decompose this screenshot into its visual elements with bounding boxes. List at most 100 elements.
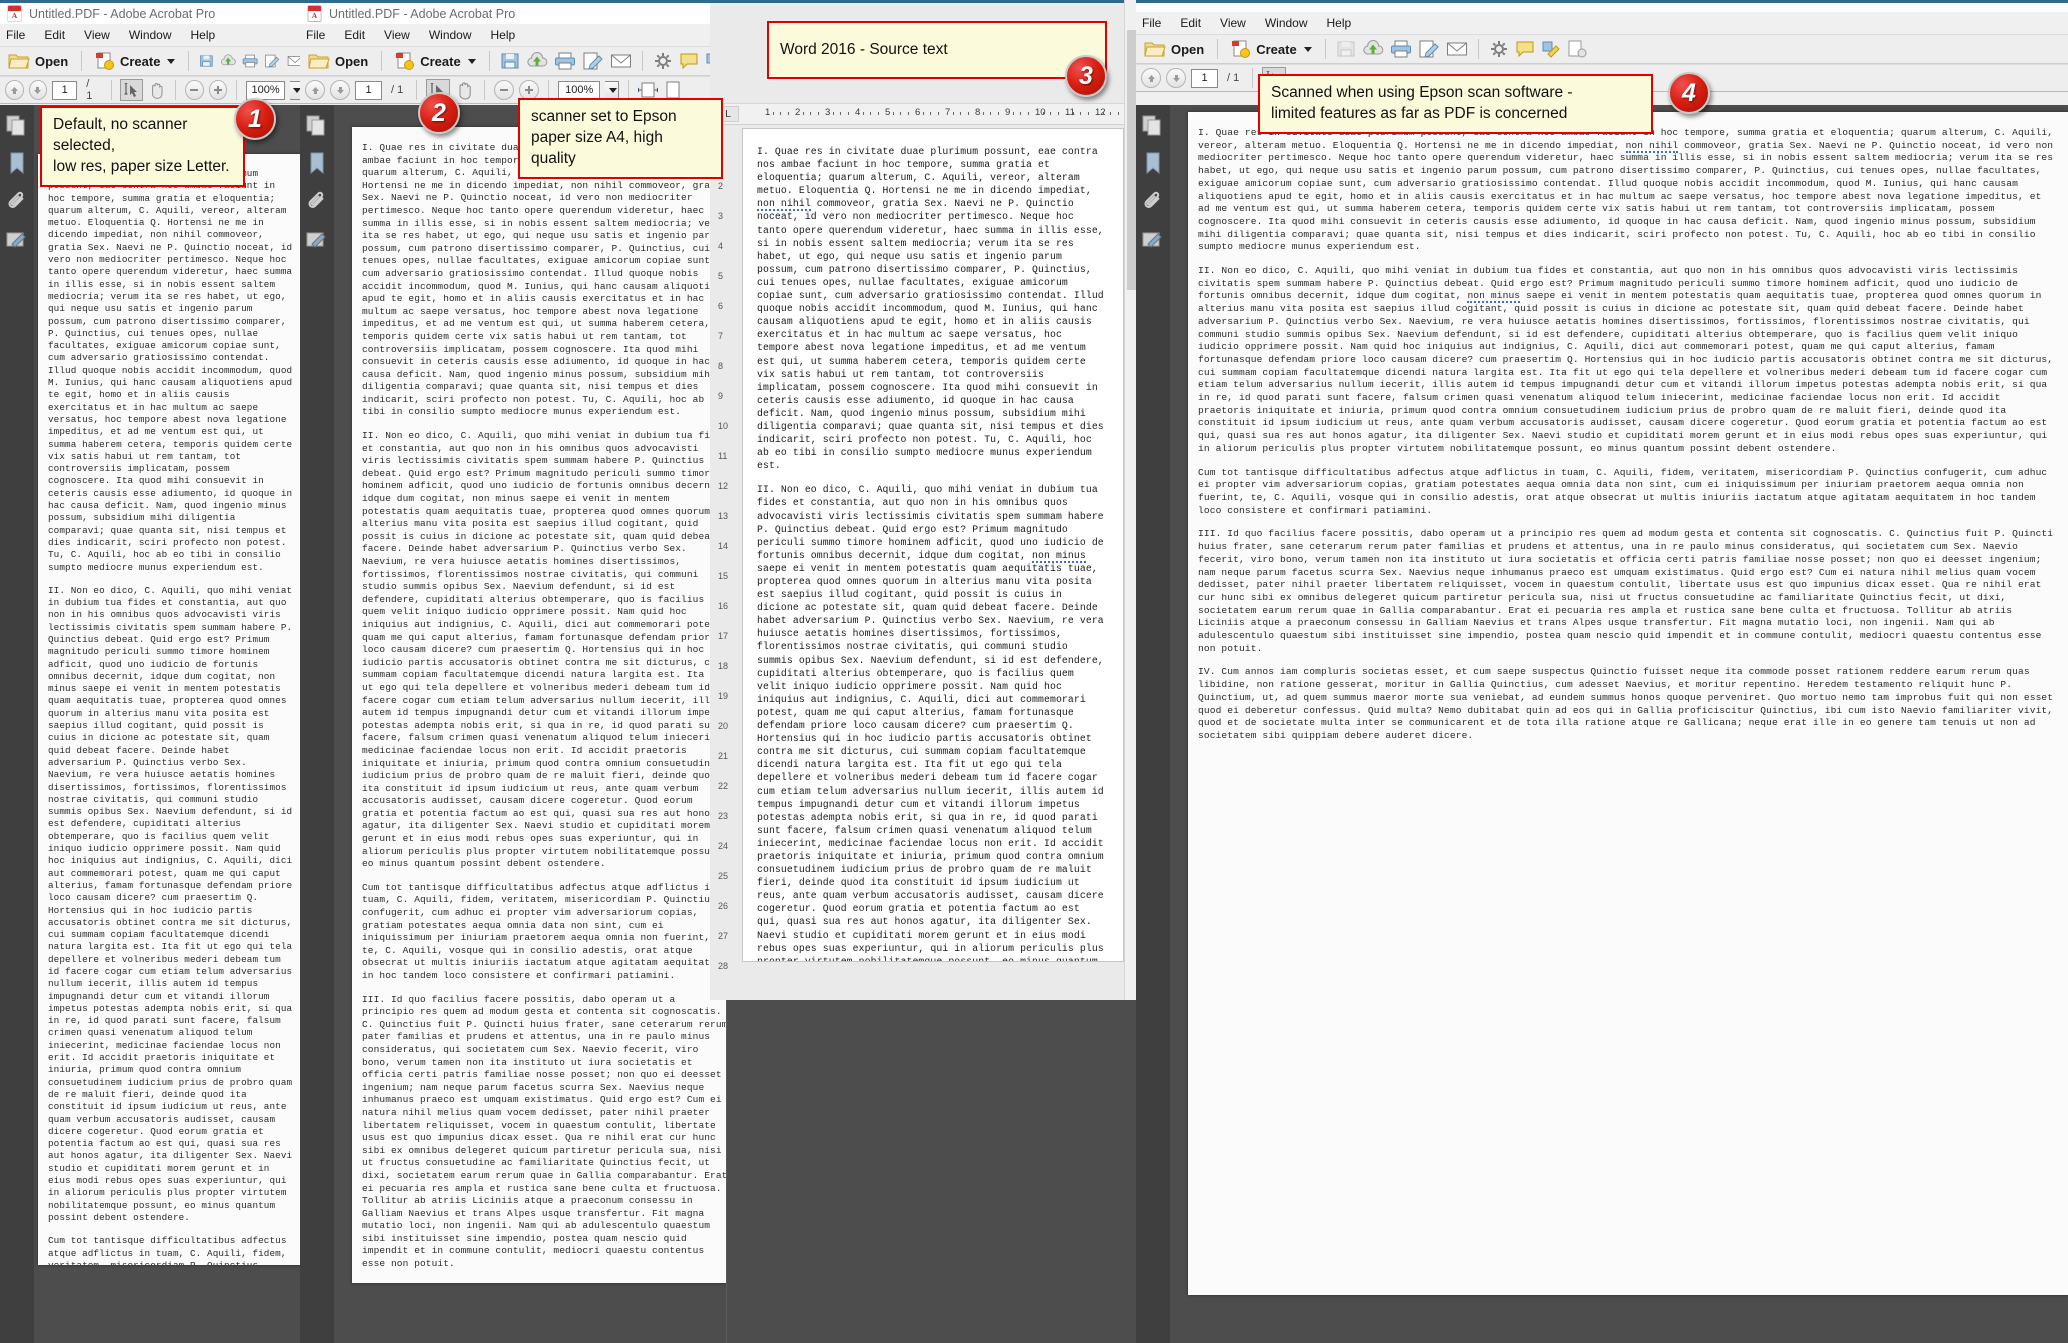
print-icon[interactable] (554, 52, 576, 70)
folder-open-icon (308, 54, 330, 69)
menu-view[interactable]: View (1220, 16, 1246, 30)
hand-tool-button[interactable] (455, 81, 475, 100)
horizontal-ruler[interactable]: L 1 2 3 4 5 6 7 8 9 10 11 12 (710, 103, 1140, 125)
previous-page-button[interactable] (5, 80, 24, 100)
menu-help[interactable]: Help (191, 28, 216, 42)
print-icon[interactable] (242, 52, 258, 70)
next-page-button[interactable] (28, 80, 48, 100)
next-page-button[interactable] (1166, 68, 1186, 88)
previous-page-button[interactable] (1141, 68, 1161, 88)
ruler-tick (787, 112, 789, 115)
print-icon[interactable] (1390, 40, 1412, 58)
acrobat-logo-icon: A (7, 5, 22, 22)
previous-page-button[interactable] (305, 80, 325, 100)
menu-help[interactable]: Help (491, 28, 516, 42)
zoom-level-input[interactable]: 100% (246, 80, 286, 100)
page-total-label: / 1 (1227, 72, 1240, 84)
save-icon[interactable] (500, 52, 520, 70)
upload-cloud-icon[interactable] (1362, 40, 1384, 58)
ruler-number: 1 (765, 107, 771, 118)
page-number-input[interactable]: 1 (1191, 68, 1218, 88)
menu-file[interactable]: File (1142, 16, 1161, 30)
comment-icon[interactable] (1515, 40, 1535, 58)
chevron-down-icon[interactable] (467, 58, 476, 64)
edit-document-icon[interactable] (582, 52, 604, 70)
attachments-icon[interactable] (6, 191, 28, 215)
menu-edit[interactable]: Edit (344, 28, 365, 42)
zoom-level-input[interactable]: 100% (558, 80, 601, 100)
next-page-button[interactable] (330, 80, 350, 100)
save-icon[interactable] (199, 52, 214, 70)
upload-cloud-icon[interactable] (526, 52, 548, 70)
edit-document-icon[interactable] (1418, 40, 1440, 58)
zoom-out-button[interactable] (494, 80, 515, 100)
chevron-down-icon[interactable] (167, 58, 176, 64)
ruler-tick (1027, 112, 1029, 115)
signatures-icon[interactable] (1142, 230, 1164, 250)
delete-page-icon[interactable] (1567, 40, 1587, 58)
menu-file[interactable]: File (6, 28, 25, 42)
page-number-input[interactable]: 1 (52, 80, 78, 100)
email-icon[interactable] (1446, 40, 1468, 58)
menubar-4: File Edit View Window Help (1136, 12, 2068, 34)
gear-icon[interactable] (653, 52, 673, 70)
document-paragraph: IV. Cum annos iam compluris societas ess… (362, 1282, 728, 1283)
menu-window[interactable]: Window (1265, 16, 1308, 30)
select-tool-button[interactable] (120, 79, 143, 101)
comment-icon[interactable] (679, 52, 699, 70)
signatures-icon[interactable] (306, 230, 328, 250)
menu-window[interactable]: Window (129, 28, 172, 42)
create-button[interactable]: Create (1228, 36, 1314, 62)
toolbar-separator (641, 51, 643, 71)
menu-file[interactable]: File (306, 28, 325, 42)
zoom-in-button[interactable] (208, 80, 228, 100)
menu-window[interactable]: Window (429, 28, 472, 42)
bookmarks-icon[interactable] (307, 152, 327, 176)
fit-page-icon[interactable] (663, 81, 683, 99)
step-badge-1: 1 (234, 98, 276, 140)
ruler-tick (877, 112, 879, 115)
page-thumbnails-icon[interactable] (6, 115, 28, 137)
attachments-icon[interactable] (1142, 191, 1164, 215)
pdf-canvas-1[interactable]: I. Quae res in civitate duae plurimum po… (34, 105, 308, 1343)
ruler-tick (1117, 112, 1119, 115)
zoom-in-button[interactable] (519, 80, 540, 100)
open-button[interactable]: Open (1141, 36, 1207, 62)
word-document-page[interactable]: I. Quae res in civitate duae plurimum po… (742, 128, 1124, 962)
navigation-rail-4 (1136, 105, 1170, 1343)
ruler-tick (772, 112, 774, 115)
zoom-out-button[interactable] (185, 80, 204, 100)
create-button[interactable]: Create (92, 48, 178, 74)
open-button[interactable]: Open (5, 48, 71, 74)
bookmarks-icon[interactable] (1143, 152, 1163, 176)
menu-edit[interactable]: Edit (44, 28, 65, 42)
menu-help[interactable]: Help (1327, 16, 1352, 30)
page-number-input[interactable]: 1 (355, 80, 382, 100)
edit-document-icon[interactable] (264, 52, 280, 70)
open-button[interactable]: Open (305, 48, 371, 74)
email-icon[interactable] (610, 52, 632, 70)
zoom-dropdown-button[interactable] (605, 80, 620, 100)
attachments-icon[interactable] (306, 191, 328, 215)
callout-1: Default, no scanner selected, low res, p… (40, 106, 245, 187)
create-button[interactable]: Create (392, 48, 478, 74)
signatures-icon[interactable] (6, 230, 28, 250)
word-left-gutter: 1234567891011121314151617181920212223242… (710, 125, 744, 1000)
text-edit-icon[interactable] (1541, 40, 1561, 58)
pdf-canvas-4[interactable]: I. Quae res in civitate duae plurimum po… (1170, 105, 2068, 1343)
pdf-canvas-2[interactable]: I. Quae res in civitate duae plurimum po… (334, 105, 740, 1343)
toolbar-separator (1324, 39, 1326, 59)
upload-cloud-icon[interactable] (220, 52, 236, 70)
page-thumbnails-icon[interactable] (306, 115, 328, 137)
save-icon[interactable] (1336, 40, 1356, 58)
menu-view[interactable]: View (384, 28, 410, 42)
vruler-number: 8 (718, 361, 724, 371)
gear-icon[interactable] (1489, 40, 1509, 58)
chevron-down-icon[interactable] (1303, 46, 1312, 52)
menu-edit[interactable]: Edit (1180, 16, 1201, 30)
menu-view[interactable]: View (84, 28, 110, 42)
hand-tool-button[interactable] (148, 81, 166, 100)
fit-width-icon[interactable] (638, 81, 659, 99)
bookmarks-icon[interactable] (7, 152, 27, 176)
page-thumbnails-icon[interactable] (1142, 115, 1164, 137)
